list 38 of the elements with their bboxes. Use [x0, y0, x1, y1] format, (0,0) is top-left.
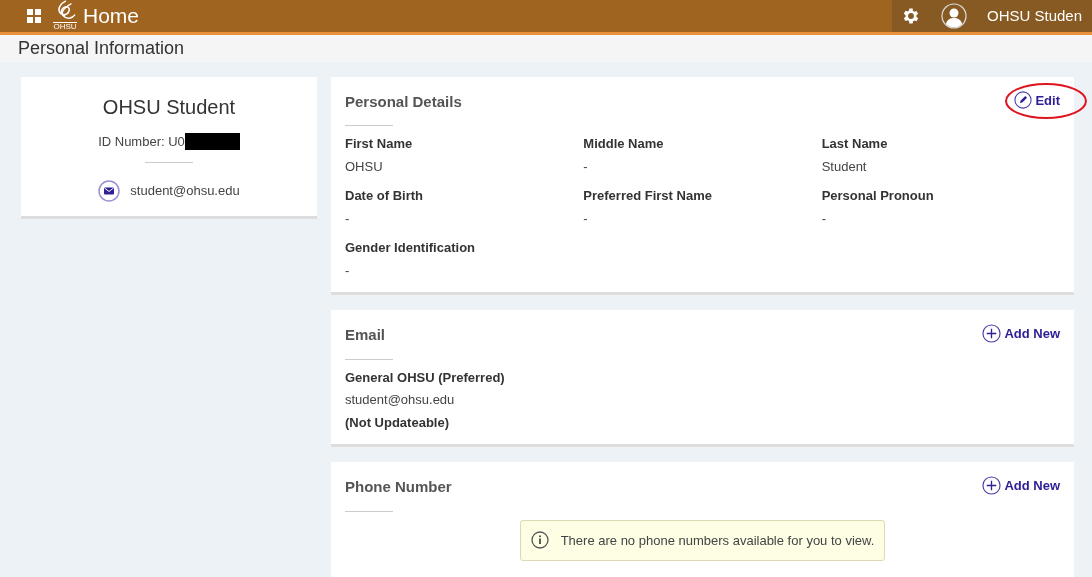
profile-email: student@ohsu.edu [130, 182, 240, 201]
header-title: Home [83, 3, 140, 29]
section-title: Email [345, 325, 387, 345]
logo-text: OHSU [53, 22, 77, 32]
section-title: Personal Details [345, 91, 462, 112]
mail-icon [98, 180, 121, 202]
logo[interactable]: OHSU [53, 0, 77, 32]
email-address: student@ohsu.edu [345, 391, 456, 409]
field-label: Preferred First Name [583, 187, 713, 205]
field-value: Student [821, 157, 868, 176]
field-value: - [583, 209, 589, 228]
profile-name: OHSU Student [102, 94, 236, 120]
field-label: Date of Birth [345, 187, 424, 205]
field-value: - [583, 157, 589, 176]
plus-circle-icon [982, 324, 1002, 344]
page-title: Personal Information [18, 36, 185, 60]
field-value: - [345, 209, 351, 228]
edit-link[interactable]: Edit [1014, 90, 1060, 110]
field-label: Gender Identification [345, 239, 476, 257]
alert-message: There are no phone numbers available for you to view. [560, 531, 875, 550]
plus-circle-icon [982, 476, 1002, 496]
field-value: - [345, 261, 351, 280]
add-new-link[interactable]: Add New [982, 476, 1060, 496]
info-icon [530, 531, 549, 550]
field-value: - [821, 209, 827, 228]
add-new-link[interactable]: Add New [982, 324, 1060, 344]
field-value: OHSU [345, 157, 384, 176]
app-grid-icon[interactable] [27, 8, 41, 23]
user-avatar-icon[interactable] [941, 2, 967, 29]
email-type: General OHSU (Preferred) [345, 368, 506, 387]
pencil-icon [1014, 91, 1033, 110]
field-label: Last Name [821, 135, 889, 153]
field-label: Personal Pronoun [821, 187, 935, 205]
email-note: (Not Updateable) [345, 413, 450, 432]
id-number: ID Number: U0 [98, 132, 185, 151]
field-label: Middle Name [583, 135, 665, 153]
section-title: Phone Number [345, 477, 452, 497]
field-label: First Name [345, 135, 414, 153]
